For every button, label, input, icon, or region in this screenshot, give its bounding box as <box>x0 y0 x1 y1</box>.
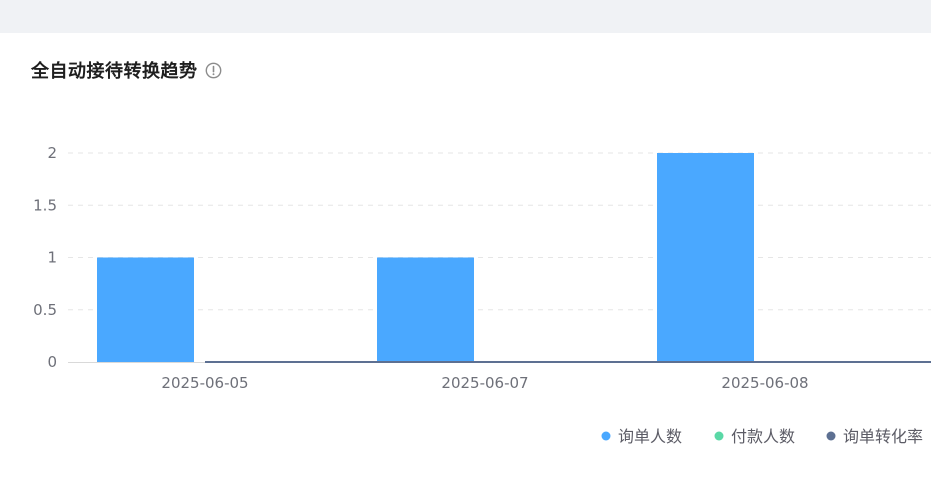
trend-chart: 0 0.5 1 1.5 2 2025-06-05 2025-06-07 2025-06-08 询… <box>33 144 931 446</box>
legend-marker <box>601 431 611 441</box>
bar-inquiry <box>377 257 474 362</box>
x-tick-label: 2025-06-07 <box>441 374 528 392</box>
legend-label: 询单转化率 <box>843 427 923 446</box>
x-tick-label: 2025-06-05 <box>161 374 248 392</box>
y-tick-label: 0 <box>47 353 57 371</box>
legend-label: 询单人数 <box>618 427 682 446</box>
bar-inquiry <box>657 153 754 362</box>
y-tick-label: 1.5 <box>33 196 57 214</box>
y-tick-label: 0.5 <box>33 301 57 319</box>
legend-label: 付款人数 <box>731 427 795 446</box>
legend-marker <box>714 431 724 441</box>
legend-marker <box>826 431 836 441</box>
y-tick-label: 2 <box>47 144 57 162</box>
x-tick-label: 2025-06-08 <box>721 374 808 392</box>
bar-inquiry <box>97 257 194 362</box>
y-tick-label: 1 <box>47 249 57 267</box>
